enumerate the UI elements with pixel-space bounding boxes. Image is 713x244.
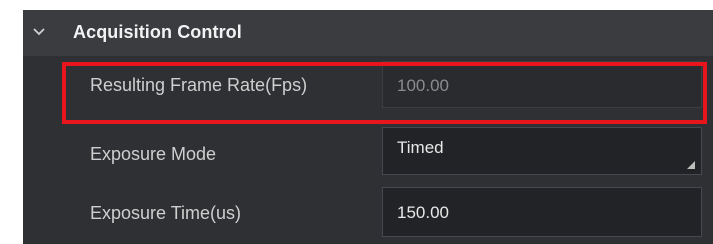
dropdown-corner-icon (687, 161, 695, 169)
highlight-box (62, 62, 707, 124)
exposure-time-input[interactable]: 150.00 (382, 187, 702, 237)
exposure-mode-dropdown[interactable]: Timed (382, 127, 702, 175)
field-value: 150.00 (397, 203, 449, 222)
row-label: Exposure Mode (90, 144, 217, 164)
row-exposure-mode: Exposure Mode Timed (23, 126, 713, 182)
chevron-down-icon[interactable] (32, 25, 46, 39)
row-exposure-time: Exposure Time(us) 150.00 (23, 186, 713, 242)
row-label: Exposure Time(us) (90, 203, 242, 223)
field-value: Timed (397, 138, 444, 157)
group-title: Acquisition Control (73, 22, 242, 42)
property-panel: Acquisition Control Resulting Frame Rate… (0, 0, 713, 244)
acquisition-control-header[interactable]: Acquisition Control (23, 10, 713, 56)
